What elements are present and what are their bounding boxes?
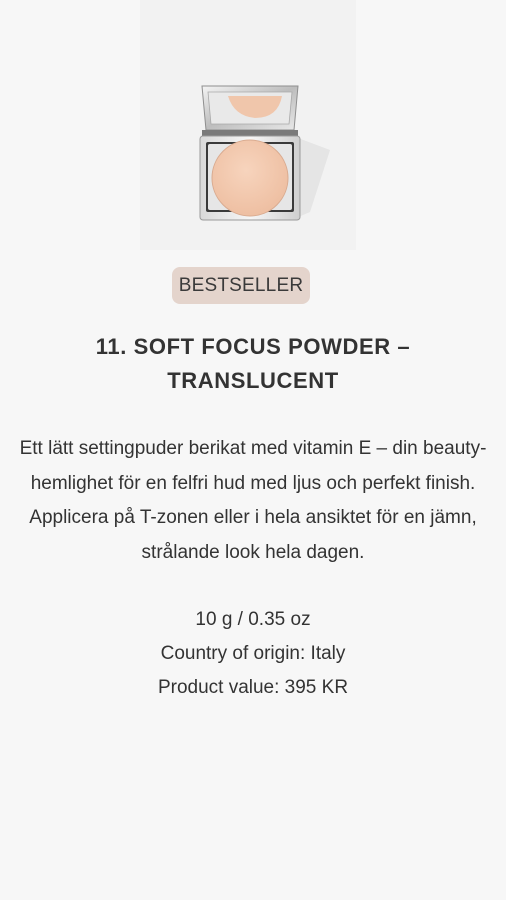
product-specs: 10 g / 0.35 oz Country of origin: Italy … bbox=[40, 603, 466, 705]
product-origin: Country of origin: Italy bbox=[160, 643, 346, 664]
product-description: Ett lätt settingpuder berikat med vitami… bbox=[19, 438, 487, 563]
product-image bbox=[140, 0, 356, 250]
bestseller-badge: BESTSELLER bbox=[172, 267, 310, 304]
product-title: 11. SOFT FOCUS POWDER – TRANSLUCENT bbox=[95, 334, 411, 393]
compact-powder-icon bbox=[199, 85, 330, 221]
product-value: Product value: 395 KR bbox=[157, 677, 349, 698]
product-weight: 10 g / 0.35 oz bbox=[195, 609, 311, 630]
